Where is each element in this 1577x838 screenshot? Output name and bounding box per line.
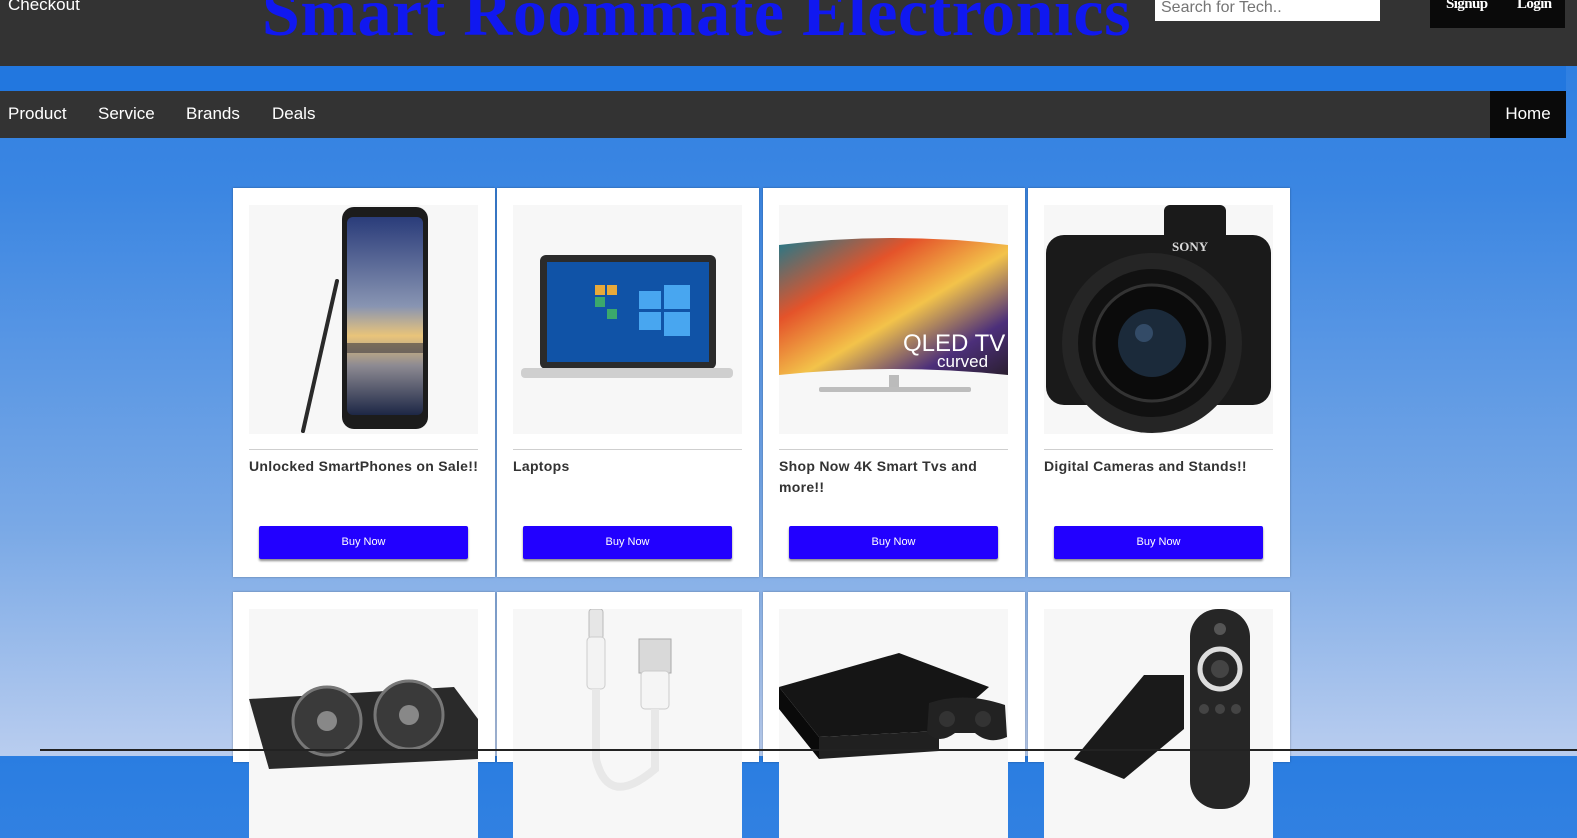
product-caption: Digital Cameras and Stands!!: [1044, 458, 1247, 474]
streaming-remote-image[interactable]: [1044, 609, 1273, 838]
tv-curved-text: curved: [937, 352, 988, 371]
header-accent-band: [0, 66, 1566, 91]
buy-now-button[interactable]: Buy Now: [1054, 526, 1263, 559]
product-caption: Unlocked SmartPhones on Sale!!: [249, 458, 479, 474]
nav-item-product[interactable]: Product: [8, 91, 67, 138]
checkout-link[interactable]: Checkout: [8, 0, 80, 15]
buy-now-button[interactable]: Buy Now: [523, 526, 732, 559]
card-divider: [1044, 449, 1273, 450]
nav-item-brands[interactable]: Brands: [186, 91, 240, 138]
camera-brand: SONY: [1172, 239, 1209, 254]
product-card-laptops: Laptops Buy Now: [497, 188, 759, 577]
card-divider: [779, 449, 1008, 450]
product-card-cameras: SONY Digital Cameras and Stands!! Buy No…: [1028, 188, 1290, 577]
main-nav: Product Service Brands Deals Home: [0, 91, 1566, 138]
nav-item-deals[interactable]: Deals: [272, 91, 315, 138]
smartphone-image[interactable]: [249, 205, 478, 434]
game-console-image[interactable]: [779, 609, 1008, 838]
product-card-consoles: [763, 592, 1025, 838]
search-input[interactable]: [1155, 0, 1380, 21]
bottom-edge-line: [40, 749, 1577, 751]
site-title: Smart Roommate Electronics: [262, 0, 1132, 50]
product-caption: Shop Now 4K Smart Tvs and more!!: [779, 458, 978, 495]
card-divider: [249, 449, 478, 450]
product-card-cables: [497, 592, 759, 838]
buy-now-button[interactable]: Buy Now: [259, 526, 468, 559]
buy-now-button[interactable]: Buy Now: [789, 526, 998, 559]
qled-tv-image[interactable]: QLED TV curved: [779, 205, 1008, 434]
signup-link[interactable]: Signup: [1446, 0, 1488, 13]
login-link[interactable]: Login: [1517, 0, 1552, 13]
product-card-graphics: [233, 592, 495, 838]
product-card-streaming: [1028, 592, 1290, 838]
auth-box: Signup Login: [1430, 0, 1565, 28]
product-caption: Laptops: [513, 458, 570, 474]
nav-item-service[interactable]: Service: [98, 91, 155, 138]
product-card-smartphones: Unlocked SmartPhones on Sale!! Buy Now: [233, 188, 495, 577]
product-card-tvs: QLED TV curved Shop Now 4K Smart Tvs and…: [763, 188, 1025, 577]
card-divider: [513, 449, 742, 450]
usb-cable-image[interactable]: [513, 609, 742, 838]
graphics-card-image[interactable]: [249, 609, 478, 838]
nav-item-home[interactable]: Home: [1490, 91, 1566, 138]
laptop-image[interactable]: [513, 205, 742, 434]
top-header: Checkout Smart Roommate Electronics Sign…: [0, 0, 1577, 66]
camera-image[interactable]: SONY: [1044, 205, 1273, 434]
